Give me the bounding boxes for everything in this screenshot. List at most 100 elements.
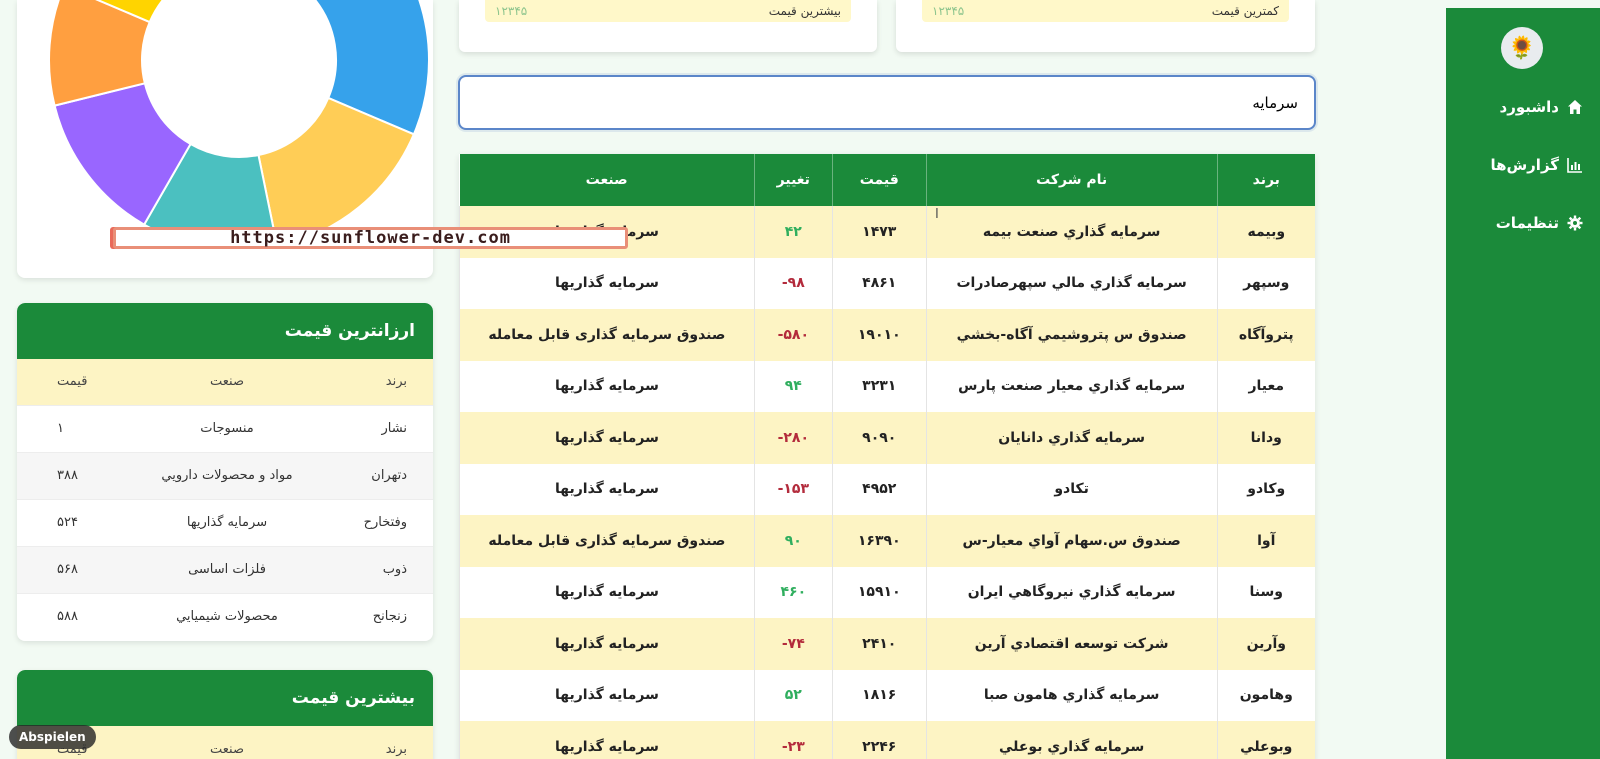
cell-change: ۹۸-: [753, 257, 833, 309]
cell-name: سرمايه گذاري مالي سپهرصادرات: [925, 257, 1218, 309]
cell-price: ۱۹۰۱۰: [831, 309, 927, 361]
cheapest-title: ارزانترین قیمت: [17, 303, 433, 359]
summary-strip: کمترین قیمت ۱۲۳۴۵: [922, 0, 1289, 22]
expensive-title: بیشترین قیمت: [17, 670, 433, 726]
summary-value: ۱۲۳۴۵: [495, 4, 528, 18]
text-cursor-icon: I: [935, 207, 939, 222]
table-row[interactable]: دتهران مواد و محصولات دارويي ۳۸۸: [17, 451, 433, 499]
cell-industry: سرمایه گذاریها: [117, 498, 337, 546]
play-button[interactable]: Abspielen: [9, 725, 96, 749]
table-row[interactable]: ودانا سرمايه گذاري دانايان ۹۰۹۰ ۲۸۰- سرمایه …: [459, 412, 1315, 464]
cell-change: ۲۳-: [753, 721, 833, 759]
summary-card-min: کمترین قیمت ۱۲۳۴۵: [896, 0, 1315, 52]
header-price: قیمت: [17, 359, 117, 405]
cell-change: ۵۲: [753, 669, 833, 721]
cell-price: ۴۸۶۱: [831, 257, 927, 309]
cell-brand: معيار: [1216, 360, 1315, 412]
cell-industry: سرمایه گذاریها: [459, 721, 755, 759]
cell-change: ۹۰: [753, 515, 833, 567]
home-icon: [1566, 98, 1584, 116]
summary-strip: بیشترین قیمت ۱۲۳۴۵: [485, 0, 851, 22]
cell-brand: وآرين: [1216, 618, 1315, 670]
cell-price: ۳۲۳۱: [831, 360, 927, 412]
cell-brand: وهامون: [1216, 669, 1315, 721]
header-brand[interactable]: برند: [1216, 154, 1315, 206]
cell-industry: فلزات اساسی: [117, 545, 337, 593]
cell-industry: مواد و محصولات دارويي: [117, 451, 337, 499]
summary-value: ۱۲۳۴۵: [932, 4, 965, 18]
sidebar-item-label: گزارش‌ها: [1490, 156, 1559, 174]
cell-change: ۴۲: [753, 206, 833, 258]
cell-change: ۵۸۰-: [753, 309, 833, 361]
cell-name: صندوق س پتروشيمي آگاه-بخشي: [925, 309, 1218, 361]
sidebar-item-settings[interactable]: تنظیمات: [1496, 214, 1584, 232]
table-row[interactable]: وسپهر سرمايه گذاري مالي سپهرصادرات ۴۸۶۱ ۹۸-…: [459, 257, 1315, 309]
cell-industry: سرمایه گذاریها: [459, 257, 755, 309]
cell-industry: صندوق سرمایه گذاری قابل معامله: [459, 309, 755, 361]
cheapest-card: ارزانترین قیمت برند صنعت قیمت نشار منسوجا…: [17, 303, 433, 641]
sidebar-item-dashboard[interactable]: داشبورد: [1500, 98, 1584, 116]
table-row[interactable]: معيار سرمايه گذاري معيار صنعت پارس ۳۲۳۱ ۹۴ س…: [459, 360, 1315, 412]
table-row[interactable]: وآرين شركت توسعه اقتصادي آرين ۲۴۱۰ ۷۴- سرمای…: [459, 618, 1315, 670]
table-header-row: برند نام شرکت قیمت تغییر صنعت: [459, 154, 1315, 206]
cell-name: سرمايه گذاري صنعت بيمه: [925, 206, 1218, 258]
cell-price: ۱: [17, 404, 117, 452]
sidebar-item-label: تنظیمات: [1495, 214, 1559, 232]
cell-brand: وكادو: [1216, 463, 1315, 515]
header-industry[interactable]: صنعت: [459, 154, 755, 206]
cell-name: سرمايه گذاري معيار صنعت پارس: [925, 360, 1218, 412]
header-change[interactable]: تغییر: [753, 154, 833, 206]
cell-price: ۱۶۳۹۰: [831, 515, 927, 567]
cell-name: سرمايه گذاري نيروگاهي ايران: [925, 566, 1218, 618]
table-row[interactable]: وهامون سرمايه گذاري هامون صبا ۱۸۱۶ ۵۲ سرمایه…: [459, 669, 1315, 721]
cheapest-table: برند صنعت قیمت نشار منسوجات ۱ دتهران مواد و …: [17, 359, 433, 640]
cell-industry: محصولات شيميايي: [117, 592, 337, 640]
header-industry: صنعت: [117, 359, 337, 405]
table-row[interactable]: آوا صندوق س.سهام آواي معيار-س ۱۶۳۹۰ ۹۰ صندوق…: [459, 515, 1315, 567]
cell-brand: نشار: [337, 404, 433, 452]
header-company-name[interactable]: نام شرکت: [925, 154, 1218, 206]
cell-name: سرمايه گذاري هامون صبا: [925, 669, 1218, 721]
cell-brand: ودانا: [1216, 412, 1315, 464]
cell-price: ۱۴۷۳: [831, 206, 927, 258]
header-brand: برند: [337, 359, 433, 405]
cell-price: ۲۴۱۰: [831, 618, 927, 670]
sunflower-logo-icon: 🌻: [1501, 27, 1543, 69]
cell-price: ۹۰۹۰: [831, 412, 927, 464]
cell-brand: پتروآگاه: [1216, 309, 1315, 361]
table-row[interactable]: ذوب فلزات اساسی ۵۶۸: [17, 545, 433, 593]
cell-industry: صندوق سرمایه گذاری قابل معامله: [459, 515, 755, 567]
cell-industry: منسوجات: [117, 404, 337, 452]
cell-name: سرمايه گذاري بوعلي: [925, 721, 1218, 759]
summary-card-max: بیشترین قیمت ۱۲۳۴۵: [459, 0, 877, 52]
cell-brand: وبوعلي: [1216, 721, 1315, 759]
table-row[interactable]: وسنا سرمايه گذاري نيروگاهي ايران ۱۵۹۱۰ ۴۶۰ س…: [459, 566, 1315, 618]
search-input[interactable]: [458, 75, 1316, 130]
table-row[interactable]: وفتخارح سرمایه گذاریها ۵۲۴: [17, 498, 433, 546]
cell-change: ۴۶۰: [753, 566, 833, 618]
cell-brand: وسنا: [1216, 566, 1315, 618]
chart-icon: [1566, 156, 1584, 174]
cell-industry: سرمایه گذاریها: [459, 669, 755, 721]
cell-name: شركت توسعه اقتصادي آرين: [925, 618, 1218, 670]
table-row[interactable]: وبوعلي سرمايه گذاري بوعلي ۲۲۴۶ ۲۳- سرمایه گذ…: [459, 721, 1315, 759]
gear-icon: [1566, 214, 1584, 232]
table-row[interactable]: زنجانح محصولات شيميايي ۵۸۸: [17, 592, 433, 640]
cell-industry: سرمایه گذاریها: [459, 463, 755, 515]
cell-change: ۹۴: [753, 360, 833, 412]
sidebar-item-reports[interactable]: گزارش‌ها: [1490, 156, 1584, 174]
cell-price: ۵۶۸: [17, 545, 117, 593]
cell-price: ۲۲۴۶: [831, 721, 927, 759]
table-row[interactable]: پتروآگاه صندوق س پتروشيمي آگاه-بخشي ۱۹۰۱۰ ۵…: [459, 309, 1315, 361]
header-price[interactable]: قیمت: [831, 154, 927, 206]
cell-name: صندوق س.سهام آواي معيار-س: [925, 515, 1218, 567]
cell-change: ۷۴-: [753, 618, 833, 670]
cell-price: ۴۹۵۲: [831, 463, 927, 515]
cell-change: ۱۵۳-: [753, 463, 833, 515]
table-row[interactable]: وكادو تكادو ۴۹۵۲ ۱۵۳- سرمایه گذاریها: [459, 463, 1315, 515]
table-row[interactable]: نشار منسوجات ۱: [17, 404, 433, 452]
cell-brand: ذوب: [337, 545, 433, 593]
cell-brand: دتهران: [337, 451, 433, 499]
cell-price: ۳۸۸: [17, 451, 117, 499]
cell-brand: آوا: [1216, 515, 1315, 567]
